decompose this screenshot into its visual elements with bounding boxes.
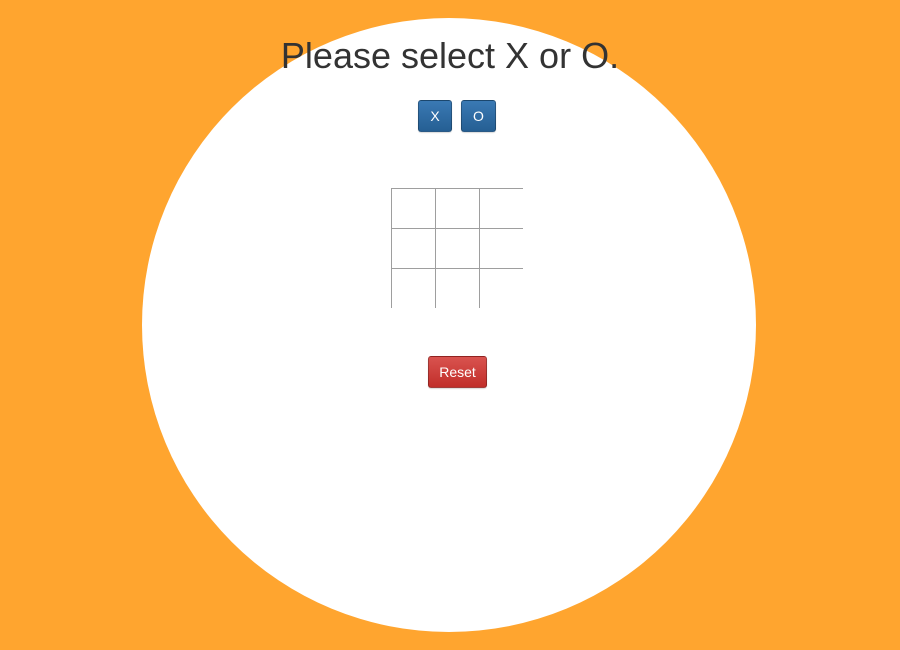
- board-cell-1[interactable]: [391, 188, 435, 228]
- tic-tac-toe-board: [391, 188, 523, 308]
- page-title: Please select X or O.: [280, 35, 620, 76]
- board-cell-7[interactable]: [391, 268, 435, 308]
- board-cell-9[interactable]: [479, 268, 523, 308]
- board-cell-3[interactable]: [479, 188, 523, 228]
- choose-x-button[interactable]: X: [418, 100, 452, 132]
- board-cell-2[interactable]: [435, 188, 479, 228]
- board-cell-8[interactable]: [435, 268, 479, 308]
- reset-button[interactable]: Reset: [428, 356, 487, 388]
- choose-o-button[interactable]: O: [461, 100, 496, 132]
- board-cell-6[interactable]: [479, 228, 523, 268]
- board-cell-4[interactable]: [391, 228, 435, 268]
- board-cell-5[interactable]: [435, 228, 479, 268]
